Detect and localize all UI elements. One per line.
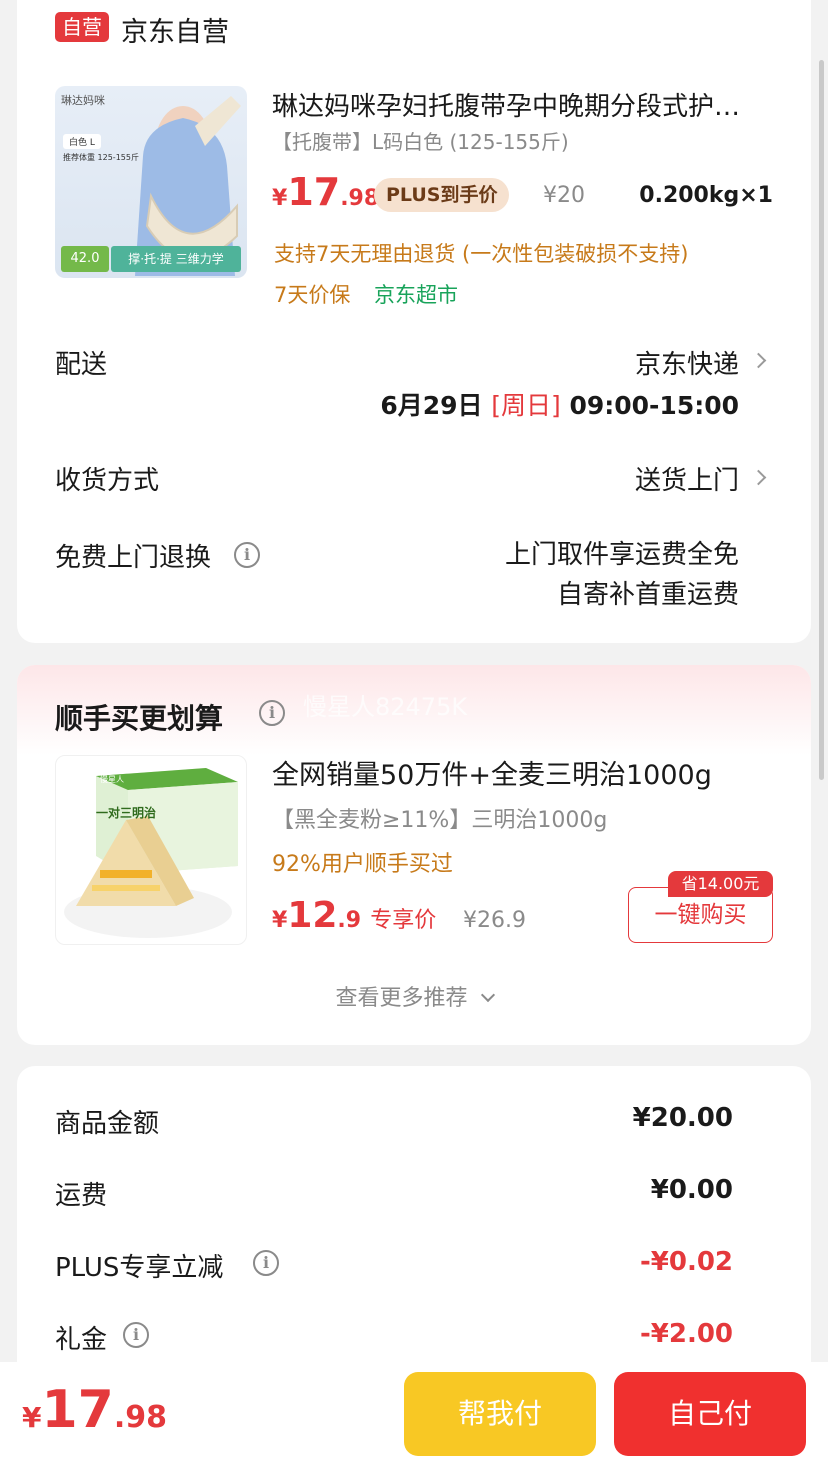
- price-symbol: ¥: [272, 186, 288, 211]
- chevron-down-icon: [480, 987, 495, 1003]
- watermark-text: 慢星人82475K: [303, 693, 468, 721]
- receive-method-value[interactable]: 送货上门: [437, 460, 739, 497]
- image-badge-number: 42.0: [61, 246, 109, 272]
- recommend-price-decimal: .9: [337, 908, 362, 933]
- recommend-item-title[interactable]: 全网销量50万件+全麦三明治1000g: [272, 753, 712, 792]
- delivery-date: 6月29日: [380, 391, 483, 420]
- save-amount-badge: 省14.00元: [668, 871, 773, 897]
- total-price-decimal: .98: [113, 1400, 168, 1435]
- return-policy: 支持7天无理由退货 (一次性包装破损不支持): [274, 242, 689, 266]
- total-price-integer: 17: [41, 1380, 114, 1440]
- product-price: ¥17.98: [272, 170, 379, 214]
- plus-price-tag: PLUS到手价: [374, 178, 510, 212]
- gift-money-info-icon[interactable]: i: [123, 1322, 149, 1348]
- shipping-fee-label: 运费: [55, 1181, 108, 1211]
- image-color-tag: 白色 L: [63, 134, 101, 149]
- store-badge: 自营: [55, 12, 109, 42]
- image-weight-note: 推荐体重 125-155斤: [63, 153, 139, 162]
- page-scrollbar[interactable]: [819, 60, 824, 780]
- goods-amount-label: 商品金额: [55, 1109, 160, 1139]
- recommend-original-price: ¥26.9: [463, 908, 526, 933]
- price-protect-tag: 7天价保: [274, 283, 351, 307]
- recommend-card: 顺手买更划算 i 慢星人82475K 一对三明治 慢星人 全网销量50万件+全麦…: [17, 665, 811, 1045]
- recommend-price-symbol: ¥: [272, 908, 288, 933]
- see-more-label: 查看更多推荐: [335, 986, 468, 1011]
- goods-amount-value: ¥20.00: [632, 1103, 733, 1133]
- help-me-pay-button[interactable]: 帮我付: [404, 1372, 596, 1456]
- box-brand-text: 慢星人: [100, 775, 124, 784]
- see-more-recommend[interactable]: 查看更多推荐: [17, 980, 811, 1012]
- order-item-card: 自营 京东自营 琳达妈咪 白色 L 推荐体重 125-155斤 42.0 撑·托…: [17, 0, 811, 643]
- recommend-title: 顺手买更划算: [55, 702, 224, 735]
- delivery-hours: 09:00-15:00: [569, 391, 739, 420]
- price-decimal: .98: [340, 186, 380, 211]
- free-return-info-icon[interactable]: i: [234, 542, 260, 568]
- product-title[interactable]: 琳达妈咪孕妇托腹带孕中晚期分段式护…: [272, 86, 782, 123]
- shipping-fee-value: ¥0.00: [650, 1175, 733, 1205]
- checkout-bar: ¥17.98 帮我付 自己付: [0, 1362, 828, 1468]
- delivery-time[interactable]: 6月29日 [周日] 09:00-15:00: [317, 386, 739, 422]
- recommend-item-stat: 92%用户顺手买过: [272, 852, 453, 877]
- sandwich-box-illustration: [64, 768, 238, 938]
- delivery-chevron-right-icon[interactable]: [750, 352, 767, 369]
- store-name[interactable]: 京东自营: [121, 10, 229, 49]
- gift-money-value: -¥2.00: [639, 1319, 733, 1349]
- total-price-symbol: ¥: [22, 1401, 42, 1434]
- original-price: ¥20: [543, 183, 585, 208]
- weight-quantity: 0.200kg×1: [639, 183, 773, 208]
- recommend-price-tag: 专享价: [370, 908, 437, 933]
- receive-chevron-right-icon[interactable]: [750, 469, 767, 486]
- product-image[interactable]: 琳达妈咪 白色 L 推荐体重 125-155斤 42.0 撑·托·提 三维力学: [55, 86, 247, 278]
- recommend-price: ¥12.9 专享价: [272, 895, 436, 936]
- pay-myself-button[interactable]: 自己付: [614, 1372, 806, 1456]
- product-spec[interactable]: 【托腹带】L码白色 (125-155斤): [272, 126, 569, 155]
- recommend-item-spec: 【黑全麦粉≥11%】三明治1000g: [272, 808, 608, 833]
- image-brand-text: 琳达妈咪: [61, 94, 105, 107]
- recommend-price-integer: 12: [287, 895, 338, 936]
- delivery-carrier[interactable]: 京东快递: [437, 344, 739, 381]
- recommend-info-icon[interactable]: i: [259, 700, 285, 726]
- plus-discount-label: PLUS专享立减: [55, 1253, 224, 1283]
- image-banner: 撑·托·提 三维力学: [111, 246, 241, 272]
- free-return-label: 免费上门退换: [55, 543, 212, 573]
- total-price: ¥17.98: [22, 1380, 167, 1440]
- plus-discount-value: -¥0.02: [639, 1247, 733, 1277]
- supermarket-tag: 京东超市: [374, 283, 458, 307]
- price-integer: 17: [287, 170, 341, 214]
- box-title-text: 一对三明治: [96, 806, 157, 820]
- plus-discount-info-icon[interactable]: i: [253, 1250, 279, 1276]
- delivery-weekday: [周日]: [491, 391, 561, 420]
- delivery-label: 配送: [55, 350, 108, 380]
- recommend-product-image[interactable]: 一对三明治 慢星人: [55, 755, 247, 945]
- receive-method-label: 收货方式: [55, 466, 160, 496]
- gift-money-label: 礼金: [55, 1325, 108, 1355]
- free-return-line1: 上门取件享运费全免: [504, 540, 739, 570]
- free-return-line2: 自寄补首重运费: [556, 580, 739, 610]
